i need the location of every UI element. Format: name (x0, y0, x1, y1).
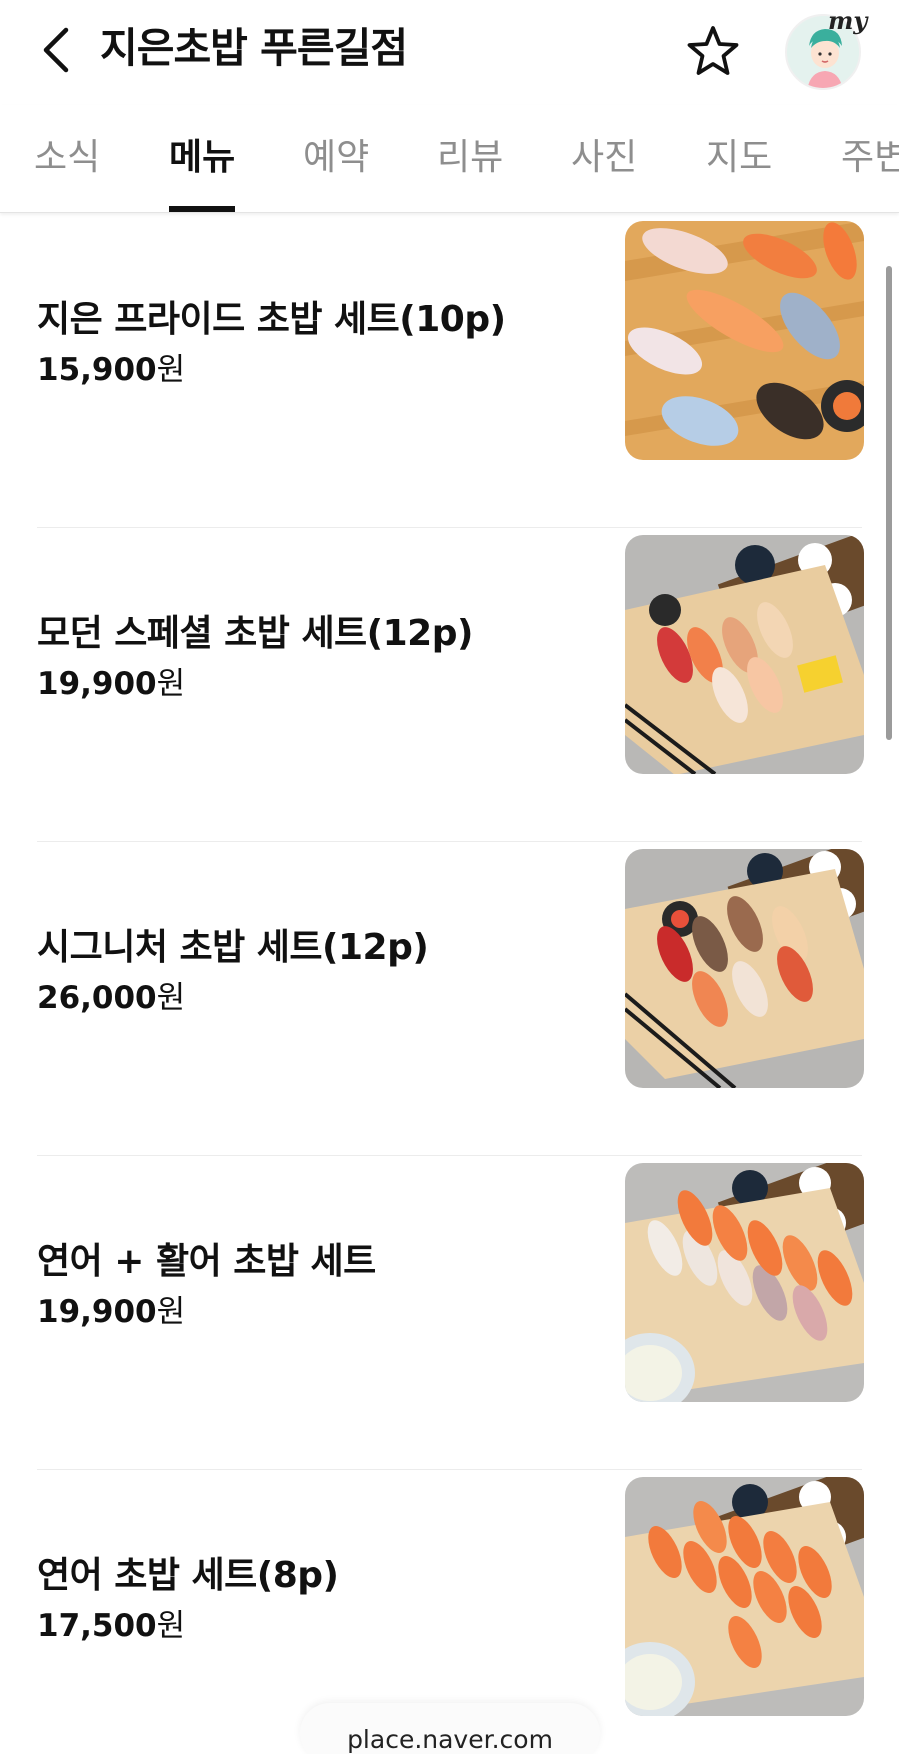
sushi-photo (625, 1163, 864, 1402)
menu-item-name: 연어 + 활어 초밥 세트 (37, 1241, 376, 1282)
menu-item-price: 19,900원 (37, 666, 186, 702)
menu-item-photo[interactable] (625, 535, 864, 774)
page-title: 지은초밥 푸른길점 (100, 24, 408, 72)
menu-item-price: 15,900원 (37, 352, 186, 388)
tab-news[interactable]: 소식 (34, 133, 100, 183)
my-badge: my (828, 6, 868, 35)
sushi-photo (625, 535, 864, 774)
menu-item-name: 지은 프라이드 초밥 세트(10p) (37, 299, 506, 340)
back-button[interactable] (30, 22, 80, 78)
tab-bar: 소식 메뉴 예약 리뷰 사진 지도 주변 (0, 105, 899, 213)
menu-item-price: 17,500원 (37, 1608, 186, 1644)
menu-item-photo[interactable] (625, 1477, 864, 1716)
menu-list[interactable]: 지은 프라이드 초밥 세트(10p) 15,900원 모던 스페셜 초밥 세트(… (0, 214, 899, 1754)
menu-item[interactable]: 지은 프라이드 초밥 세트(10p) 15,900원 (0, 214, 899, 528)
favorite-button[interactable] (683, 22, 743, 82)
menu-item-photo[interactable] (625, 849, 864, 1088)
tab-reservation[interactable]: 예약 (303, 133, 369, 183)
menu-item-photo[interactable] (625, 1163, 864, 1402)
menu-item-name: 모던 스페셜 초밥 세트(12p) (37, 613, 473, 654)
menu-item-name: 시그니처 초밥 세트(12p) (37, 927, 429, 968)
scrollbar[interactable] (886, 266, 892, 740)
tab-menu[interactable]: 메뉴 (169, 133, 235, 183)
top-bar: 지은초밥 푸른길점 my (0, 0, 899, 105)
menu-item-price: 26,000원 (37, 980, 186, 1016)
menu-item[interactable]: 연어 + 활어 초밥 세트 19,900원 (0, 1156, 899, 1470)
sushi-photo (625, 221, 864, 460)
menu-item-photo[interactable] (625, 221, 864, 460)
star-outline-icon (687, 26, 739, 75)
tab-review[interactable]: 리뷰 (437, 133, 503, 183)
tab-photo[interactable]: 사진 (571, 133, 637, 183)
sushi-photo (625, 849, 864, 1088)
menu-item-name: 연어 초밥 세트(8p) (37, 1555, 339, 1596)
tab-nearby[interactable]: 주변 (841, 133, 899, 183)
menu-item[interactable]: 모던 스페셜 초밥 세트(12p) 19,900원 (0, 528, 899, 842)
url-text: place.naver.com (347, 1725, 553, 1754)
address-bar[interactable]: place.naver.com (300, 1703, 600, 1754)
menu-item-price: 19,900원 (37, 1294, 186, 1330)
active-tab-indicator (169, 206, 235, 212)
chevron-left-icon (43, 27, 69, 73)
menu-item[interactable]: 시그니처 초밥 세트(12p) 26,000원 (0, 842, 899, 1156)
sushi-photo (625, 1477, 864, 1716)
tab-map[interactable]: 지도 (706, 133, 772, 183)
